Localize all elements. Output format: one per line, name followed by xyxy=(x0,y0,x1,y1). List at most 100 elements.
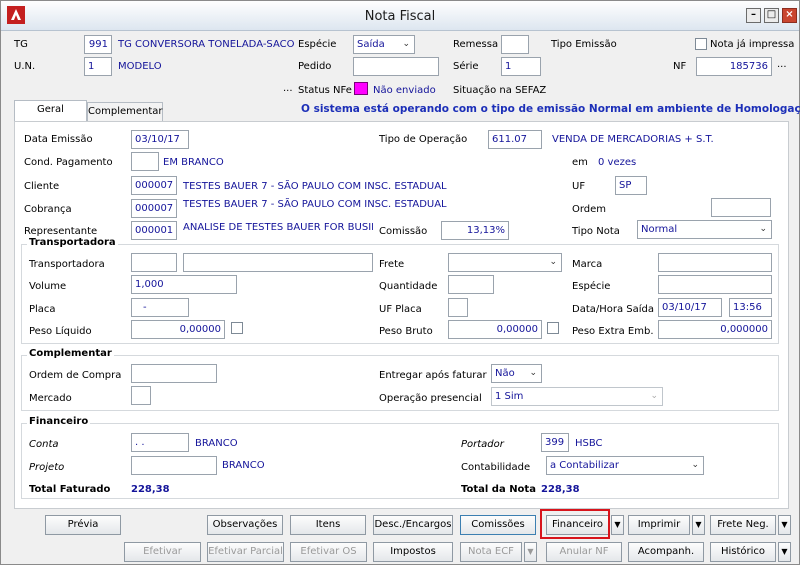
mercado-field[interactable] xyxy=(131,386,151,405)
conta-desc: BRANCO xyxy=(195,438,238,449)
chevron-down-icon: ⌄ xyxy=(402,39,410,49)
tipo-operacao-desc: VENDA DE MERCADORIAS + S.T. xyxy=(552,134,714,145)
peso-bruto-checkbox[interactable] xyxy=(547,322,559,334)
data-emissao-label: Data Emissão xyxy=(24,134,93,145)
nota-impressa-checkbox[interactable] xyxy=(695,38,707,50)
quantidade-field[interactable] xyxy=(448,275,494,294)
especie-select[interactable]: Saída ⌄ xyxy=(353,35,415,54)
contabilidade-label: Contabilidade xyxy=(461,462,531,473)
minimize-button[interactable]: – xyxy=(746,8,761,23)
cond-pagamento-field[interactable] xyxy=(131,152,159,171)
data-emissao-field[interactable]: 03/10/17 xyxy=(131,130,189,149)
financeiro-dropdown-button[interactable]: ▼ xyxy=(611,515,624,535)
frete-neg-button[interactable]: Frete Neg. xyxy=(710,515,776,535)
marca-field[interactable] xyxy=(658,253,772,272)
itens-button[interactable]: Itens xyxy=(290,515,366,535)
uf-label: UF xyxy=(572,181,586,192)
tg-code-field[interactable]: 991 xyxy=(84,35,112,54)
peso-liquido-field[interactable]: 0,00000 xyxy=(131,320,225,339)
conta-label: Conta xyxy=(29,439,59,450)
historico-button[interactable]: Histórico xyxy=(710,542,776,562)
status-lookup-button[interactable]: ... xyxy=(283,83,293,94)
nota-impressa-label: Nota já impressa xyxy=(710,39,795,50)
impostos-button[interactable]: Impostos xyxy=(373,542,453,562)
em-label: em xyxy=(572,157,588,168)
peso-bruto-field[interactable]: 0,00000 xyxy=(448,320,542,339)
volume-field[interactable]: 1,000 xyxy=(131,275,237,294)
observacoes-button[interactable]: Observações xyxy=(207,515,283,535)
ordem-field[interactable] xyxy=(711,198,771,217)
data-saida-field[interactable]: 03/10/17 xyxy=(658,298,722,317)
transportadora-title: Transportadora xyxy=(27,237,118,248)
entregar-select[interactable]: Não ⌄ xyxy=(491,364,542,383)
efetivar-button[interactable]: Efetivar xyxy=(124,542,201,562)
maximize-button[interactable]: □ xyxy=(764,8,779,23)
projeto-label: Projeto xyxy=(29,462,65,473)
frete-neg-dropdown-button[interactable]: ▼ xyxy=(778,515,791,535)
chevron-down-icon: ⌄ xyxy=(549,257,557,267)
anular-nf-button[interactable]: Anular NF xyxy=(546,542,622,562)
especie-transp-label: Espécie xyxy=(572,281,611,292)
portador-code-field[interactable]: 399 xyxy=(541,433,569,452)
comissao-field[interactable]: 13,13% xyxy=(441,221,509,240)
previa-button[interactable]: Prévia xyxy=(45,515,121,535)
portador-label: Portador xyxy=(461,439,504,450)
close-button[interactable]: × xyxy=(782,8,797,23)
representante-code-field[interactable]: 000001 xyxy=(131,221,177,240)
uf-field[interactable]: SP xyxy=(615,176,647,195)
tab-complementar[interactable]: Complementar xyxy=(87,102,163,122)
peso-bruto-label: Peso Bruto xyxy=(379,326,433,337)
serie-field[interactable]: 1 xyxy=(501,57,541,76)
operacao-presencial-select[interactable]: 1 Sim ⌄ xyxy=(491,387,663,406)
historico-dropdown-button[interactable]: ▼ xyxy=(778,542,791,562)
cliente-code-field[interactable]: 000007 xyxy=(131,176,177,195)
hora-saida-field[interactable]: 13:56 xyxy=(729,298,772,317)
efetivar-parcial-button[interactable]: Efetivar Parcial xyxy=(207,542,284,562)
remessa-field[interactable] xyxy=(501,35,529,54)
tab-geral[interactable]: Geral xyxy=(14,100,87,122)
tipo-nota-select[interactable]: Normal ⌄ xyxy=(637,220,772,239)
tg-label: TG xyxy=(14,39,28,50)
acompanh-button[interactable]: Acompanh. xyxy=(628,542,704,562)
title-bar: Nota Fiscal – □ × xyxy=(1,1,799,31)
conta-field[interactable]: . . xyxy=(131,433,189,452)
ordem-compra-field[interactable] xyxy=(131,364,217,383)
nota-ecf-button[interactable]: Nota ECF xyxy=(460,542,522,562)
imprimir-dropdown-button[interactable]: ▼ xyxy=(692,515,705,535)
nf-field[interactable]: 185736 xyxy=(696,57,772,76)
cliente-label: Cliente xyxy=(24,181,60,192)
nota-ecf-dropdown-button[interactable]: ▼ xyxy=(524,542,537,562)
data-hora-saida-label: Data/Hora Saída xyxy=(572,304,655,315)
tipo-operacao-code-field[interactable]: 611.07 xyxy=(488,130,542,149)
especie-transp-field[interactable] xyxy=(658,275,772,294)
cobranca-code-field[interactable]: 000007 xyxy=(131,199,177,218)
em-value: 0 vezes xyxy=(598,157,637,168)
chevron-down-icon: ⌄ xyxy=(529,368,537,378)
peso-extra-field[interactable]: 0,000000 xyxy=(658,320,772,339)
un-name: MODELO xyxy=(118,61,162,72)
frete-select[interactable]: ⌄ xyxy=(448,253,562,272)
un-code-field[interactable]: 1 xyxy=(84,57,112,76)
efetivar-os-button[interactable]: Efetivar OS xyxy=(290,542,367,562)
contabilidade-select[interactable]: a Contabilizar ⌄ xyxy=(546,456,704,475)
transportadora-name-field[interactable] xyxy=(183,253,373,272)
pedido-field[interactable] xyxy=(353,57,439,76)
uf-placa-field[interactable] xyxy=(448,298,468,317)
nota-fiscal-window: Nota Fiscal – □ × TG 991 TG CONVERSORA T… xyxy=(0,0,800,565)
uf-placa-label: UF Placa xyxy=(379,304,422,315)
ordem-compra-label: Ordem de Compra xyxy=(29,370,122,381)
status-nfe-value: Não enviado xyxy=(373,85,436,96)
nf-lookup-button[interactable]: ... xyxy=(777,59,787,70)
imprimir-button[interactable]: Imprimir xyxy=(628,515,690,535)
transportadora-code-field[interactable] xyxy=(131,253,177,272)
comissoes-button[interactable]: Comissões xyxy=(460,515,536,535)
peso-liquido-checkbox[interactable] xyxy=(231,322,243,334)
placa-field[interactable]: - xyxy=(131,298,189,317)
cliente-name: TESTES BAUER 7 - SÃO PAULO COM INSC. EST… xyxy=(183,181,447,192)
projeto-field[interactable] xyxy=(131,456,217,475)
desc-encargos-button[interactable]: Desc./Encargos xyxy=(373,515,453,535)
tg-name: TG CONVERSORA TONELADA-SACO xyxy=(118,39,295,50)
tipo-nota-label: Tipo Nota xyxy=(572,226,620,237)
cond-pagamento-desc: EM BRANCO xyxy=(163,157,224,168)
remessa-label: Remessa xyxy=(453,39,499,50)
